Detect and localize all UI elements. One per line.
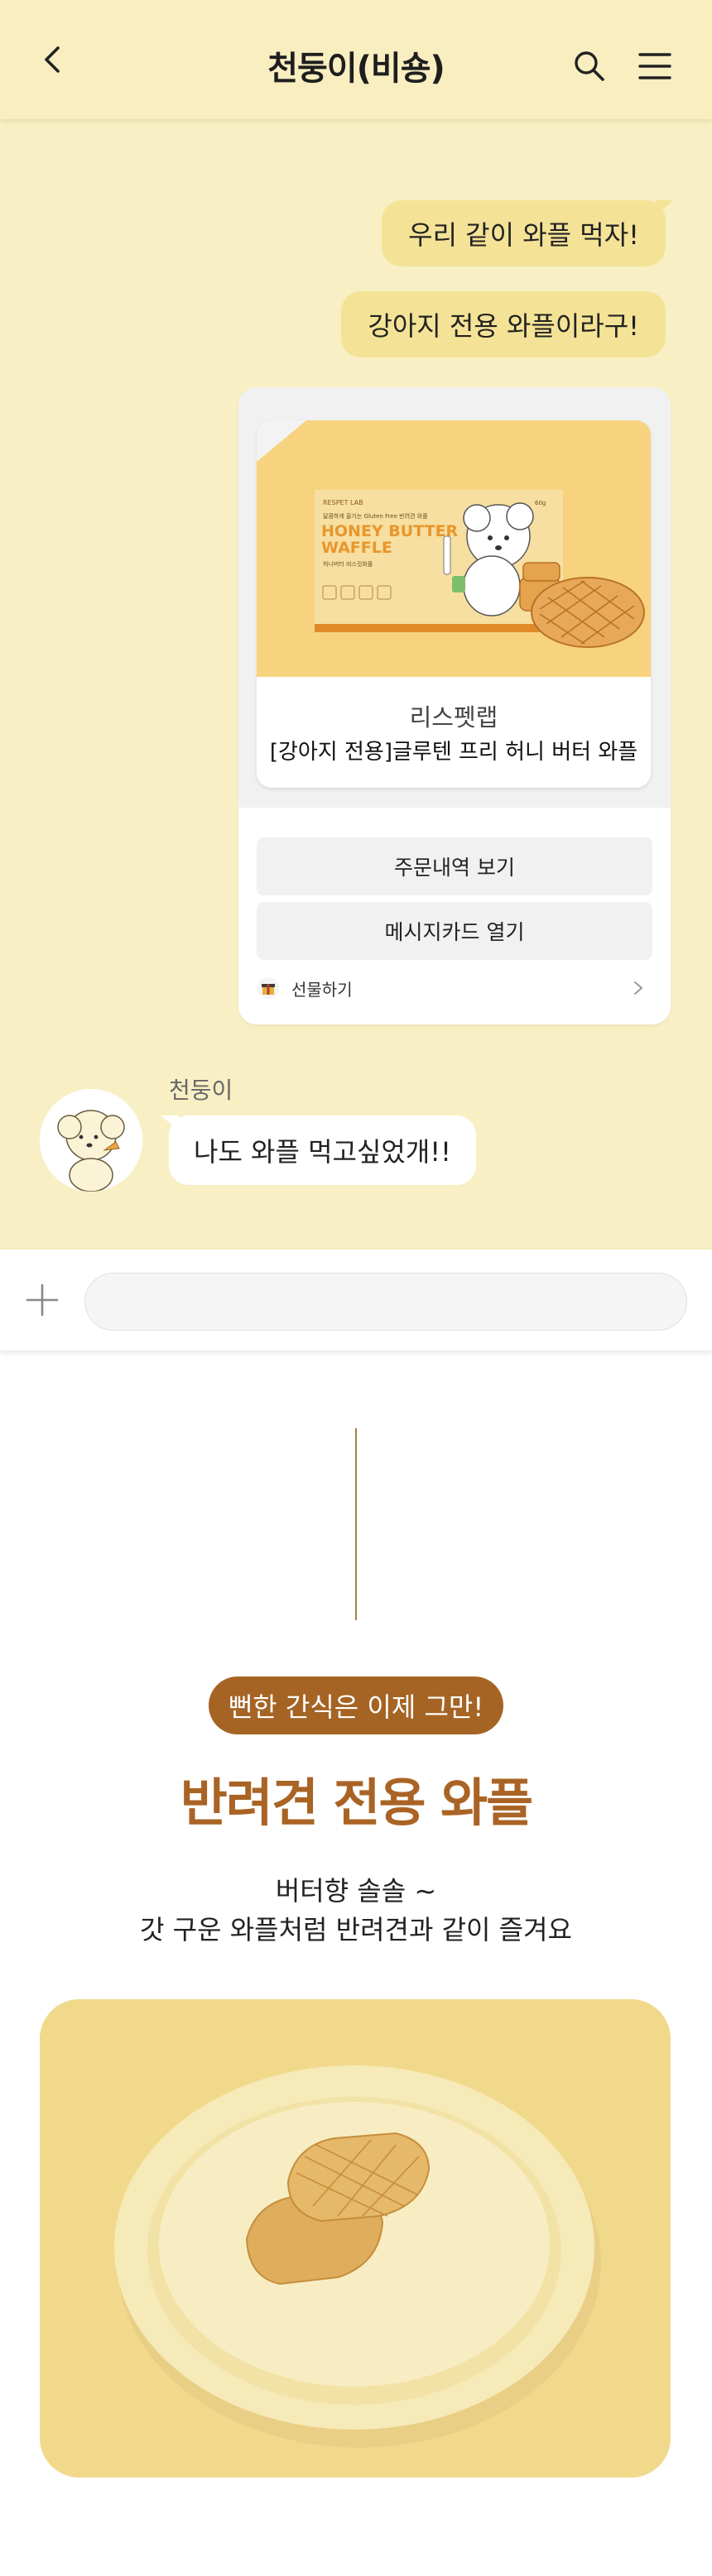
- search-icon[interactable]: [571, 48, 608, 84]
- product-brand: 리스펫랩: [409, 703, 498, 732]
- divider-line: [355, 1428, 357, 1620]
- message-text: 나도 와플 먹고싶었개!!: [194, 1136, 451, 1168]
- package-logo: RESPET LAB: [323, 499, 363, 506]
- package-tagline: 달콤하게 즐기는 Gluten Free 반려견 와플: [323, 512, 428, 520]
- message-input-bar: [0, 1250, 712, 1350]
- message-text: 우리 같이 와플 먹자!: [408, 219, 639, 251]
- waffle-plate-photo: [40, 1999, 671, 2478]
- package-title-1: HONEY BUTTER: [321, 522, 459, 540]
- chevron-right-icon: [634, 981, 642, 995]
- package-subtitle: 허니버터 비스킷와플: [323, 560, 373, 568]
- package-weight: 60g: [535, 500, 546, 506]
- promo-headline: 반려견 전용 와플: [180, 1772, 533, 1833]
- product-image: RESPET LAB 달콤하게 즐기는 Gluten Free 반려견 와플 H…: [257, 420, 651, 677]
- product-card[interactable]: RESPET LAB 달콤하게 즐기는 Gluten Free 반려견 와플 H…: [257, 420, 651, 788]
- message-text: 강아지 전용 와플이라구!: [368, 310, 639, 342]
- gift-footer-label: 선물하기: [291, 979, 353, 1000]
- hamburger-menu-icon[interactable]: [637, 50, 672, 83]
- plus-icon[interactable]: [25, 1283, 60, 1317]
- bubble-tail: [161, 1115, 179, 1130]
- promo-sub-line-2: 갓 구운 와플처럼 반려견과 같이 즐겨요: [140, 1914, 572, 1945]
- promo-sub-line-1: 버터향 솔솔 ~: [275, 1875, 437, 1907]
- gift-card-preview: RESPET LAB 달콤하게 즐기는 Gluten Free 반려견 와플 H…: [238, 387, 671, 808]
- received-message-bubble[interactable]: 나도 와플 먹고싶었개!!: [161, 1115, 476, 1185]
- bubble-tail: [656, 200, 674, 215]
- open-message-card-button[interactable]: 메시지카드 열기: [257, 902, 652, 960]
- gift-message-card[interactable]: RESPET LAB 달콤하게 즐기는 Gluten Free 반려견 와플 H…: [238, 387, 671, 1024]
- promo-badge: 뻔한 간식은 이제 그만!: [209, 1677, 503, 1734]
- product-name: [강아지 전용]글루텐 프리 허니 버터 와플: [269, 740, 638, 765]
- gift-box-icon: [257, 977, 279, 999]
- my-message-bubble[interactable]: 강아지 전용 와플이라구!: [341, 291, 666, 357]
- my-message-bubble[interactable]: 우리 같이 와플 먹자!: [382, 200, 674, 266]
- package-title-2: WAFFLE: [321, 539, 392, 557]
- message-input[interactable]: [84, 1273, 687, 1331]
- avatar[interactable]: [40, 1089, 142, 1192]
- promo-description: 버터향 솔솔 ~ 갓 구운 와플처럼 반려견과 같이 즐겨요: [0, 1872, 712, 1950]
- sender-name: 천둥이: [169, 1077, 233, 1104]
- view-order-button[interactable]: 주문내역 보기: [257, 837, 652, 895]
- chat-header: 천둥이(비숑): [0, 0, 712, 119]
- chat-screen: 천둥이(비숑) 우리 같이 와플 먹자! 강아지 전용 와플이라구! RESPE…: [0, 0, 712, 1250]
- gift-footer-link[interactable]: 선물하기: [257, 971, 652, 1005]
